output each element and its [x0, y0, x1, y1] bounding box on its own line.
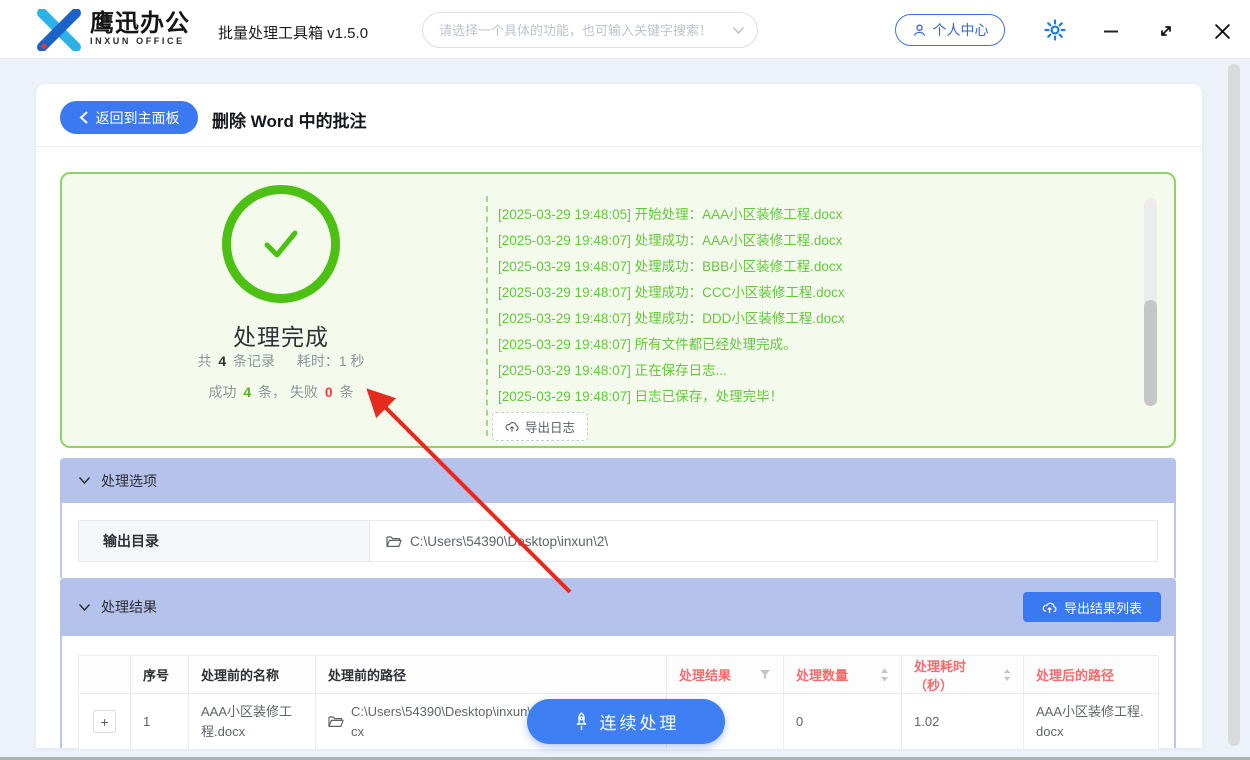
- filter-icon[interactable]: [759, 669, 771, 680]
- back-button-label: 返回到主面板: [95, 109, 180, 126]
- elapsed-time: 耗时：1 秒: [296, 353, 365, 369]
- status-title: 处理完成: [233, 324, 329, 350]
- brand-name: 鹰迅办公: [90, 10, 190, 37]
- summary-line-results: 成功 4 条， 失败 0 条: [101, 382, 461, 402]
- continue-processing-button[interactable]: 连续处理: [527, 699, 725, 744]
- col-result-label: 处理结果: [679, 668, 732, 683]
- section-right-border: [1174, 636, 1176, 748]
- log-line: [2025-03-29 19:48:07] 日志已保存，处理完毕！: [498, 389, 784, 404]
- options-section-title: 处理选项: [101, 472, 157, 489]
- profile-label: 个人中心: [932, 22, 989, 38]
- col-count-label: 处理数量: [796, 668, 849, 683]
- row-index-cell: 1: [131, 694, 189, 750]
- function-search[interactable]: [422, 12, 758, 48]
- log-line: [2025-03-29 19:48:07] 处理成功：CCC小区装修工程.doc…: [498, 285, 845, 300]
- brand-subtitle: INXUN OFFICE: [90, 36, 185, 46]
- user-icon: [912, 23, 927, 38]
- page-scrollbar-thumb[interactable]: [1228, 64, 1240, 746]
- collapse-chevron-icon: [78, 603, 91, 612]
- folder-icon: [386, 535, 402, 547]
- rocket-icon: [576, 712, 586, 731]
- page-title: 删除 Word 中的批注: [212, 112, 367, 131]
- continue-button-label: 连续处理: [599, 714, 680, 733]
- col-path-after-label: 处理后的路径: [1036, 668, 1115, 683]
- settings-gear-icon[interactable]: [1042, 17, 1068, 43]
- file-name: AAA小区装修工程.docx: [201, 703, 293, 739]
- output-file-name: AAA小区装修工程.docx: [1036, 703, 1144, 739]
- log-list: [2025-03-29 19:48:05] 开始处理：AAA小区装修工程.doc…: [498, 202, 1118, 410]
- col-path-before: 处理前的路径: [316, 656, 667, 694]
- sort-icon[interactable]: [880, 668, 889, 682]
- search-input[interactable]: [437, 21, 732, 39]
- results-section-header[interactable]: 处理结果: [60, 578, 1176, 636]
- col-path-after: 处理后的路径: [1024, 656, 1159, 694]
- app-title: 批量处理工具箱 v1.5.0: [218, 25, 369, 42]
- col-name-before: 处理前的名称: [189, 656, 316, 694]
- title-divider: [36, 146, 1202, 147]
- brand-logo-icon: [36, 9, 82, 51]
- app-window: 鹰迅办公 INXUN OFFICE 批量处理工具箱 v1.5.0 个人中心: [0, 0, 1250, 760]
- output-dir-label: 输出目录: [79, 521, 370, 561]
- maximize-icon[interactable]: [1153, 18, 1179, 44]
- total-suffix: 条记录: [233, 353, 276, 369]
- cloud-upload-icon: [505, 422, 519, 432]
- log-line: [2025-03-29 19:48:07] 处理成功：DDD小区装修工程.doc…: [498, 311, 845, 326]
- cloud-upload-icon: [1042, 602, 1057, 613]
- summary-line-totals: 共 4 条记录 耗时：1 秒: [101, 351, 461, 371]
- log-divider: [486, 196, 488, 436]
- col-duration[interactable]: 处理耗时（秒）: [902, 656, 1024, 694]
- export-results-label: 导出结果列表: [1063, 600, 1142, 616]
- fail-suffix: 条: [339, 384, 354, 400]
- log-line: [2025-03-29 19:48:05] 开始处理：AAA小区装修工程.doc…: [498, 207, 843, 222]
- log-line: [2025-03-29 19:48:07] 处理成功：BBB小区装修工程.doc…: [498, 259, 843, 274]
- fail-label: 失败: [289, 384, 318, 400]
- results-section-title: 处理结果: [101, 599, 157, 615]
- col-duration-label: 处理耗时（秒）: [914, 658, 967, 693]
- section-right-border: [1174, 503, 1176, 578]
- log-scrollbar-thumb[interactable]: [1144, 300, 1157, 406]
- options-section-header[interactable]: 处理选项: [60, 458, 1176, 503]
- col-index: 序号: [131, 656, 189, 694]
- log-line: [2025-03-29 19:48:07] 所有文件都已经处理完成。: [498, 337, 797, 352]
- total-count: 4: [218, 353, 227, 369]
- total-prefix: 共: [197, 353, 212, 369]
- row-name-cell: AAA小区装修工程.docx: [189, 694, 316, 750]
- profile-button[interactable]: 个人中心: [895, 14, 1005, 46]
- row-duration-cell: 1.02: [902, 694, 1024, 750]
- log-line: [2025-03-29 19:48:07] 处理成功：AAA小区装修工程.doc…: [498, 233, 843, 248]
- collapse-chevron-icon: [78, 476, 91, 485]
- expand-row-button[interactable]: +: [93, 710, 116, 733]
- ok-label: 成功: [208, 384, 237, 400]
- close-icon[interactable]: [1208, 17, 1236, 45]
- export-results-button[interactable]: 导出结果列表: [1023, 592, 1161, 622]
- back-to-dashboard-button[interactable]: 返回到主面板: [60, 101, 198, 134]
- output-dir-row: 输出目录 C:\Users\54390\Desktop\inxun\2\: [78, 520, 1158, 562]
- row-expand-cell: +: [79, 694, 131, 750]
- folder-icon: [328, 716, 344, 727]
- brand-text: 鹰迅办公 INXUN OFFICE: [90, 11, 190, 46]
- col-expand: [79, 656, 131, 694]
- export-log-label: 导出日志: [525, 421, 576, 435]
- success-check-icon: [222, 185, 340, 303]
- ok-suffix: 条，: [258, 384, 287, 400]
- log-line: [2025-03-29 19:48:07] 正在保存日志...: [498, 363, 727, 378]
- chevron-down-icon[interactable]: [732, 26, 745, 35]
- section-left-border: [60, 636, 62, 748]
- row-count-cell: 0: [784, 694, 902, 750]
- export-log-wrap: 导出日志: [492, 412, 589, 441]
- minimize-icon[interactable]: [1098, 18, 1124, 44]
- sort-icon[interactable]: [1003, 668, 1011, 682]
- fail-count: 0: [324, 384, 333, 400]
- export-log-button[interactable]: 导出日志: [492, 412, 589, 441]
- output-dir-value-wrap[interactable]: C:\Users\54390\Desktop\inxun\2\: [370, 521, 1157, 561]
- ok-count: 4: [243, 384, 252, 400]
- col-count[interactable]: 处理数量: [784, 656, 902, 694]
- col-result[interactable]: 处理结果: [667, 656, 784, 694]
- section-left-border: [60, 503, 62, 578]
- row-output-cell: AAA小区装修工程.docx: [1024, 694, 1159, 750]
- output-dir-value: C:\Users\54390\Desktop\inxun\2\: [410, 533, 609, 549]
